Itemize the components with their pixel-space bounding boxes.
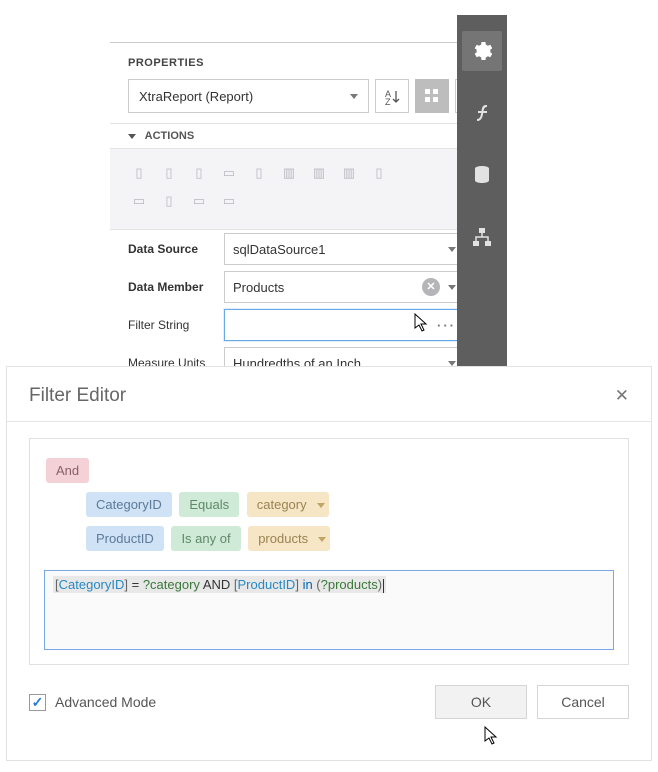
database-icon (473, 165, 491, 185)
data-member-label: Data Member (128, 280, 224, 294)
checkbox-icon: ✓ (29, 694, 46, 711)
align-icon[interactable]: ▯ (184, 159, 214, 187)
align-icon[interactable]: ▯ (154, 187, 184, 215)
value-chip[interactable]: category (247, 492, 329, 517)
collapse-button[interactable] (110, 15, 507, 43)
data-source-field[interactable]: sqlDataSource1 (224, 233, 465, 265)
properties-panel: PROPERTIES XtraReport (Report) AZ (110, 15, 507, 375)
align-icon[interactable]: ▭ (214, 159, 244, 187)
chevron-down-icon (317, 503, 325, 508)
actions-area: ▯ ▯ ▯ ▭ ▯ ▥ ▥ ▥ ▯ ▭ ▯ ▭ ▭ (110, 149, 507, 230)
sort-icon: AZ (384, 88, 401, 105)
function-icon (473, 103, 491, 123)
filter-string-field[interactable]: ··· (224, 309, 465, 341)
operator-chip[interactable]: Equals (179, 492, 239, 517)
data-source-row: Data Source sqlDataSource1 (110, 230, 507, 268)
chevron-down-icon (448, 361, 456, 366)
align-icon[interactable]: ▭ (124, 187, 154, 215)
gear-icon (472, 41, 492, 61)
data-source-value: sqlDataSource1 (233, 242, 326, 257)
field-chip[interactable]: ProductID (86, 526, 164, 551)
align-icon[interactable]: ▥ (274, 159, 304, 187)
filter-string-row: Filter String ··· (110, 306, 507, 344)
data-member-row: Data Member Products ✕ (110, 268, 507, 306)
align-icon[interactable]: ▥ (304, 159, 334, 187)
align-icon[interactable]: ▯ (364, 159, 394, 187)
grid-icon (424, 88, 440, 104)
close-button[interactable]: ✕ (615, 386, 629, 406)
align-icon[interactable]: ▯ (154, 159, 184, 187)
tools-sidebar (457, 15, 507, 375)
chevron-down-icon (448, 285, 456, 290)
svg-text:Z: Z (385, 97, 391, 105)
group-operator-chip[interactable]: And (46, 458, 89, 483)
toolbar: XtraReport (Report) AZ (110, 77, 507, 123)
align-icon[interactable]: ▭ (184, 187, 214, 215)
actions-section-header[interactable]: ACTIONS (110, 123, 507, 149)
chevron-down-icon (318, 537, 326, 542)
section-label: ACTIONS (145, 130, 195, 142)
value-chip[interactable]: products (248, 526, 330, 551)
dialog-body: And CategoryID Equals category ProductID… (7, 422, 651, 665)
operator-chip[interactable]: Is any of (171, 526, 240, 551)
clear-icon[interactable]: ✕ (422, 278, 440, 296)
data-member-value: Products (233, 280, 284, 295)
settings-tab[interactable] (462, 31, 502, 71)
chevron-down-icon (448, 247, 456, 252)
properties-header: PROPERTIES (110, 43, 507, 77)
ellipsis-icon[interactable]: ··· (437, 318, 456, 333)
align-icon[interactable]: ▯ (244, 159, 274, 187)
advanced-mode-toggle[interactable]: ✓ Advanced Mode (29, 694, 156, 711)
criteria-row: ProductID Is any of products (44, 523, 614, 554)
advanced-mode-label: Advanced Mode (55, 694, 156, 710)
align-icon[interactable]: ▭ (214, 187, 244, 215)
cancel-button[interactable]: Cancel (537, 685, 629, 719)
data-member-field[interactable]: Products ✕ (224, 271, 465, 303)
expression-editor[interactable]: [CategoryID] = ?category AND [ProductID]… (44, 570, 614, 650)
categorized-button[interactable] (415, 79, 449, 113)
dialog-buttons: OK Cancel (435, 685, 629, 719)
align-icon[interactable]: ▥ (334, 159, 364, 187)
field-chip[interactable]: CategoryID (86, 492, 172, 517)
filter-editor-dialog: Filter Editor ✕ And CategoryID Equals ca… (6, 366, 652, 761)
criteria-builder: And CategoryID Equals category ProductID… (29, 438, 629, 665)
dialog-header: Filter Editor ✕ (7, 367, 651, 422)
data-tab[interactable] (462, 155, 502, 195)
expressions-tab[interactable] (462, 93, 502, 133)
align-icon[interactable]: ▯ (124, 159, 154, 187)
explorer-tab[interactable] (462, 217, 502, 257)
dialog-title: Filter Editor (29, 385, 126, 407)
dialog-footer: ✓ Advanced Mode OK Cancel (7, 669, 651, 739)
criteria-row: CategoryID Equals category (44, 489, 614, 520)
tree-icon (472, 227, 492, 247)
data-source-label: Data Source (128, 242, 224, 256)
sort-button[interactable]: AZ (375, 79, 409, 113)
caret-down-icon (128, 134, 136, 139)
object-selector-text: XtraReport (Report) (139, 89, 253, 104)
ok-button[interactable]: OK (435, 685, 527, 719)
object-selector[interactable]: XtraReport (Report) (128, 79, 369, 113)
chevron-down-icon (350, 94, 358, 99)
filter-string-label: Filter String (128, 318, 224, 332)
